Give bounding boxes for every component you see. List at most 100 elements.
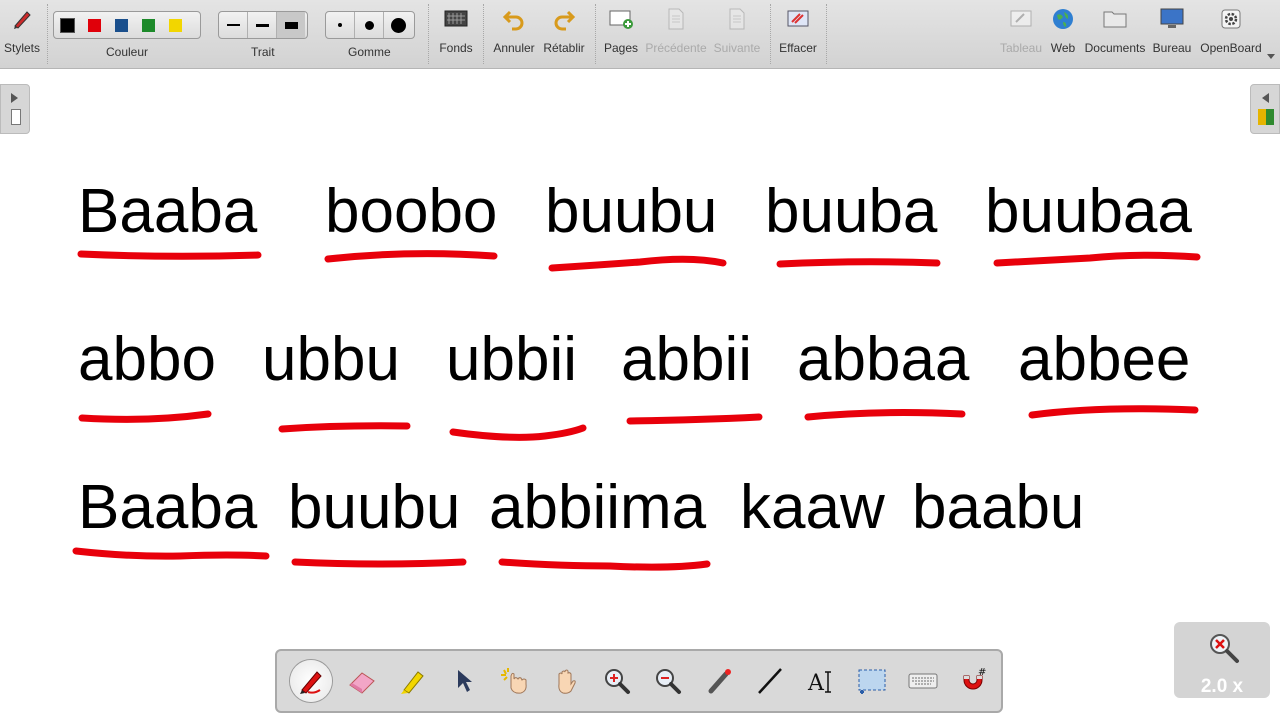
background-grid-icon (443, 6, 469, 32)
text-tool[interactable]: A (795, 655, 846, 707)
stylus-icon (9, 6, 35, 32)
board-word[interactable]: ubbu (262, 329, 400, 391)
hand-tool[interactable] (540, 655, 591, 707)
ink-underline[interactable] (78, 410, 212, 423)
ink-underline[interactable] (776, 258, 941, 268)
capture-tool[interactable] (846, 655, 897, 707)
redo-icon (551, 6, 577, 32)
previous-page-icon (663, 6, 689, 32)
zoom-in-tool[interactable] (591, 655, 642, 707)
board-word[interactable]: buubu (288, 477, 460, 539)
main-toolbar: Stylets Couleur Trait Gomme Fonds Annule… (0, 0, 1280, 69)
right-panel-toggle[interactable] (1250, 84, 1280, 134)
ink-underline[interactable] (324, 250, 498, 263)
documents-button[interactable]: Documents (1084, 0, 1146, 68)
virtual-keyboard-tool[interactable] (897, 655, 948, 707)
ink-underline[interactable] (77, 250, 262, 260)
line-thin-button[interactable] (219, 12, 248, 38)
board-word[interactable]: boobo (325, 181, 497, 243)
board-word[interactable]: abbee (1018, 329, 1190, 391)
board-word[interactable]: buuba (765, 181, 937, 243)
text-icon: A (807, 671, 831, 696)
next-page-icon (724, 6, 750, 32)
line-thick-button[interactable] (277, 12, 305, 38)
zoom-out-tool[interactable] (642, 655, 693, 707)
arrow-pointer-icon (457, 670, 472, 692)
suivante-button[interactable]: Suivante (712, 0, 762, 68)
pen-tool[interactable] (285, 655, 336, 707)
laser-pointer-tool[interactable] (693, 655, 744, 707)
annuler-button[interactable]: Annuler (492, 0, 536, 68)
board-word[interactable]: abbaa (797, 329, 969, 391)
board-word[interactable]: abbiima (489, 477, 706, 539)
color-black-swatch[interactable] (60, 17, 75, 33)
eraser-medium-button[interactable] (355, 12, 384, 38)
color-blue-swatch[interactable] (115, 18, 128, 32)
web-button[interactable]: Web (1047, 0, 1079, 68)
magnet-grid-tool[interactable]: # (948, 655, 999, 707)
ink-underline[interactable] (449, 424, 587, 441)
trait-label: Trait (251, 45, 275, 59)
fonds-label: Fonds (439, 41, 473, 55)
web-label: Web (1050, 41, 1076, 55)
color-red-swatch[interactable] (88, 18, 101, 32)
couleur-label: Couleur (106, 45, 149, 59)
expand-right-arrow-icon (11, 93, 18, 103)
board-word[interactable]: abbo (78, 329, 216, 391)
board-word[interactable]: kaaw (740, 477, 885, 539)
ink-underline[interactable] (291, 558, 467, 568)
precedente-button[interactable]: Précédente (645, 0, 707, 68)
board-word[interactable]: Baaba (78, 181, 257, 243)
eraser-small-button[interactable] (326, 12, 355, 38)
ink-underline[interactable] (804, 409, 966, 421)
eraser-large-button[interactable] (384, 12, 412, 38)
line-tool[interactable] (744, 655, 795, 707)
ink-underline[interactable] (498, 558, 711, 571)
toolbar-separator (428, 4, 429, 64)
highlighter-icon (400, 671, 424, 694)
overflow-arrow-icon[interactable] (1267, 54, 1275, 59)
pages-panel-icon (11, 109, 21, 125)
board-word[interactable]: abbii (621, 329, 752, 391)
line-medium-button[interactable] (248, 12, 277, 38)
color-picker (53, 11, 201, 39)
toolbar-separator (483, 4, 484, 64)
pen-icon (299, 671, 322, 694)
selector-tool[interactable] (438, 655, 489, 707)
ink-underline[interactable] (626, 413, 763, 425)
ink-underline[interactable] (278, 422, 411, 433)
board-word[interactable]: buubaa (985, 181, 1192, 243)
interact-tool[interactable] (489, 655, 540, 707)
board-word[interactable]: baabu (912, 477, 1084, 539)
color-yellow-swatch[interactable] (169, 18, 182, 32)
ink-underline[interactable] (1028, 405, 1199, 419)
ink-underline[interactable] (548, 255, 727, 272)
undo-icon (501, 6, 527, 32)
tableau-label: Tableau (999, 41, 1043, 55)
bureau-button[interactable]: Bureau (1151, 0, 1193, 68)
svg-text:A: A (807, 671, 825, 696)
tableau-button[interactable]: Tableau (999, 0, 1043, 68)
fonds-button[interactable]: Fonds (436, 0, 476, 68)
stylets-label: Stylets (3, 41, 40, 55)
zoom-level-label: 2.0 x (1200, 676, 1244, 697)
eraser-tool[interactable] (336, 655, 387, 707)
pages-button[interactable]: Pages (602, 0, 640, 68)
board-icon (1008, 6, 1034, 32)
left-panel-toggle[interactable] (0, 84, 30, 134)
retablir-button[interactable]: Rétablir (542, 0, 586, 68)
zoom-indicator[interactable]: 2.0 x (1174, 622, 1270, 698)
highlighter-tool[interactable] (387, 655, 438, 707)
board-word[interactable]: buubu (545, 181, 717, 243)
annuler-label: Annuler (493, 41, 535, 55)
stylets-button[interactable]: Stylets (2, 0, 42, 68)
board-word[interactable]: ubbii (446, 329, 577, 391)
board-word[interactable]: Baaba (78, 477, 257, 539)
ink-underline[interactable] (993, 251, 1201, 267)
stylus-palette: A # (275, 649, 1003, 713)
openboard-button[interactable]: OpenBoard (1200, 0, 1262, 68)
precedente-label: Précédente (645, 41, 707, 55)
ink-underline[interactable] (72, 547, 270, 560)
effacer-button[interactable]: Effacer (778, 0, 818, 68)
color-green-swatch[interactable] (142, 18, 155, 32)
